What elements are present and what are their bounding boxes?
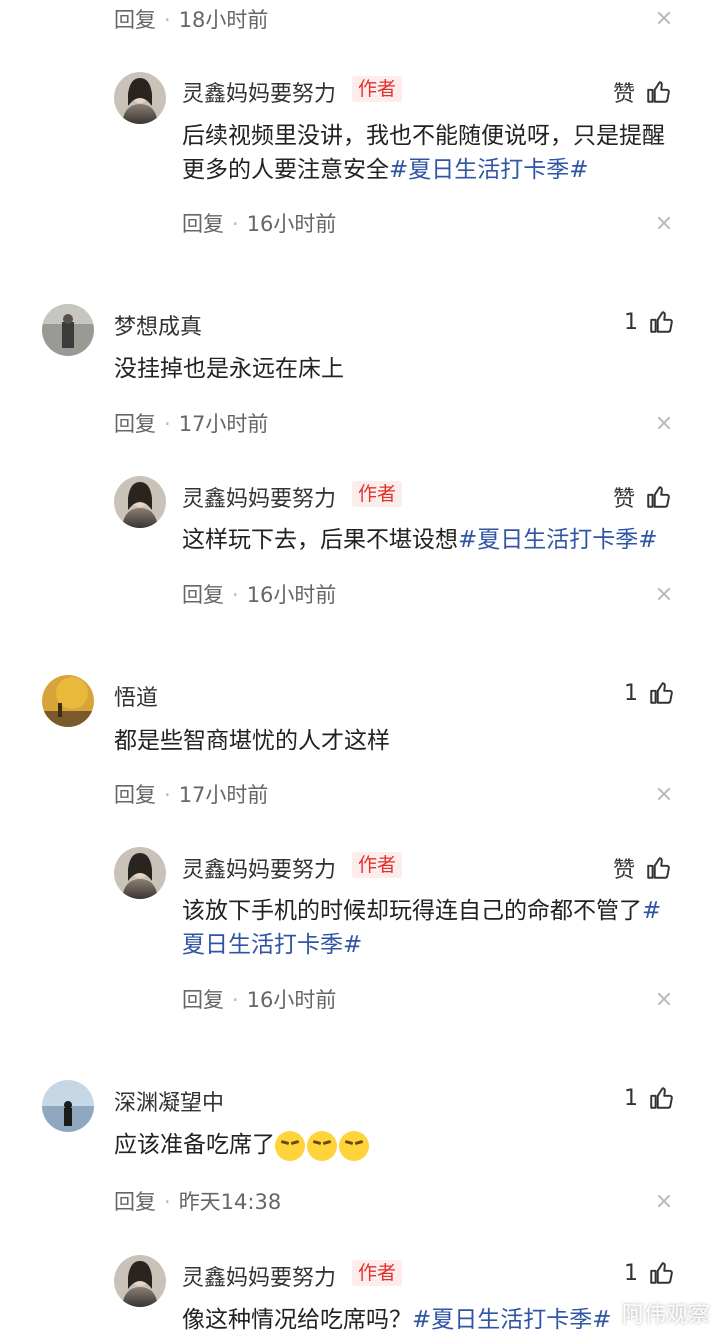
reply-meta: 回复 · 16小时前 <box>182 988 337 1012</box>
reply-meta: 回复 · 16小时前 <box>182 212 337 236</box>
hashtag-link[interactable]: #夏日生活打卡季# <box>412 1307 612 1333</box>
hashtag-link[interactable]: 夏日生活打卡季# <box>182 928 682 962</box>
avatar[interactable] <box>114 476 166 528</box>
reply-meta: 回复 · 17小时前 <box>114 412 269 436</box>
user-avatar-image <box>42 1080 94 1132</box>
like-count: 1 <box>624 1260 638 1286</box>
comment-text: 应该准备吃席了 <box>114 1128 371 1162</box>
like-button[interactable]: 赞 <box>613 481 671 513</box>
close-icon[interactable] <box>657 1194 671 1208</box>
thumbs-up-icon <box>648 309 674 335</box>
avatar[interactable] <box>42 675 94 727</box>
angry-face-icon <box>307 1130 337 1161</box>
close-icon[interactable] <box>657 587 671 601</box>
comment-text-line: 这样玩下去，后果不堪设想 <box>182 527 458 553</box>
author-avatar-image <box>114 72 166 124</box>
author-badge: 作者 <box>352 481 403 507</box>
timestamp: 17小时前 <box>178 783 269 807</box>
comment-text: 没挂掉也是永远在床上 <box>114 356 344 382</box>
like-label: 赞 <box>613 82 636 107</box>
reply-link[interactable]: 回复 <box>182 583 224 607</box>
reply-link[interactable]: 回复 <box>182 212 224 236</box>
author-badge: 作者 <box>352 76 403 102</box>
like-button[interactable]: 1 <box>624 1260 674 1286</box>
reply-meta: 回复 · 昨天14:38 <box>114 1190 282 1214</box>
timestamp: 16小时前 <box>246 583 337 607</box>
avatar[interactable] <box>114 72 166 124</box>
comment-text-line: 像这种情况给吃席吗？ <box>182 1307 412 1333</box>
user-name[interactable]: 梦想成真 <box>114 309 202 341</box>
thumbs-up-icon <box>645 855 671 881</box>
author-name[interactable]: 灵鑫妈妈要努力 <box>182 852 336 884</box>
author-name[interactable]: 灵鑫妈妈要努力 <box>182 1260 336 1292</box>
hashtag-link[interactable]: #夏日生活打卡季# <box>458 527 658 553</box>
timestamp: 16小时前 <box>246 988 337 1012</box>
watermark: 阿伟观察 <box>621 1303 710 1328</box>
like-count: 1 <box>624 309 638 335</box>
reply-link[interactable]: 回复 <box>114 412 156 436</box>
like-button[interactable]: 赞 <box>613 852 671 884</box>
angry-face-icon <box>275 1130 305 1161</box>
comment-text: 都是些智商堪忧的人才这样 <box>114 728 390 754</box>
author-badge: 作者 <box>352 1260 403 1286</box>
close-icon[interactable] <box>657 416 671 430</box>
like-button[interactable]: 1 <box>624 309 674 335</box>
like-label: 赞 <box>613 487 636 512</box>
reply-link[interactable]: 回复 <box>182 988 224 1012</box>
thumbs-up-icon <box>645 79 671 105</box>
reply-link[interactable]: 回复 <box>114 1190 156 1214</box>
angry-face-icon <box>339 1130 369 1161</box>
close-icon[interactable] <box>657 11 671 25</box>
like-button[interactable]: 1 <box>624 1085 674 1111</box>
comment-text: 该放下手机的时候却玩得连自己的命都不管了# 夏日生活打卡季# <box>182 894 682 962</box>
close-icon[interactable] <box>657 992 671 1006</box>
like-count: 1 <box>624 680 638 706</box>
close-icon[interactable] <box>657 216 671 230</box>
user-avatar-image <box>42 675 94 727</box>
reply-meta: 回复 · 17小时前 <box>114 783 269 807</box>
comment-text-line: 该放下手机的时候却玩得连自己的命都不管了 <box>182 898 642 924</box>
avatar[interactable] <box>114 1255 166 1307</box>
reply-link[interactable]: 回复 <box>114 783 156 807</box>
timestamp: 16小时前 <box>246 212 337 236</box>
like-label: 赞 <box>613 858 636 883</box>
avatar[interactable] <box>42 1080 94 1132</box>
timestamp: 17小时前 <box>178 412 269 436</box>
user-name[interactable]: 悟道 <box>114 680 158 712</box>
timestamp: 昨天14:38 <box>178 1190 282 1214</box>
author-avatar-image <box>114 847 166 899</box>
user-avatar-image <box>42 304 94 356</box>
reply-meta: 回复 · 16小时前 <box>182 583 337 607</box>
comment-text-line: 后续视频里没讲，我也不能随便说呀，只是提醒 <box>182 123 665 149</box>
thumbs-up-icon <box>648 1085 674 1111</box>
top-reply-meta: 回复 · 18小时前 <box>114 8 269 32</box>
like-button[interactable]: 1 <box>624 680 674 706</box>
close-icon[interactable] <box>657 787 671 801</box>
thumbs-up-icon <box>645 484 671 510</box>
thumbs-up-icon <box>648 1260 674 1286</box>
like-button[interactable]: 赞 <box>613 76 671 108</box>
author-name[interactable]: 灵鑫妈妈要努力 <box>182 481 336 513</box>
author-badge: 作者 <box>352 852 403 878</box>
reply-link[interactable]: 回复 <box>114 8 156 32</box>
comment-text-line: 更多的人要注意安全 <box>182 157 389 183</box>
timestamp: 18小时前 <box>178 8 269 32</box>
author-avatar-image <box>114 1255 166 1307</box>
like-count: 1 <box>624 1085 638 1111</box>
hashtag-link[interactable]: # <box>642 898 661 924</box>
avatar[interactable] <box>42 304 94 356</box>
thumbs-up-icon <box>648 680 674 706</box>
comment-text-line: 应该准备吃席了 <box>114 1132 275 1158</box>
user-name[interactable]: 深渊凝望中 <box>114 1085 224 1117</box>
comment-text: 后续视频里没讲，我也不能随便说呀，只是提醒 更多的人要注意安全#夏日生活打卡季# <box>182 119 682 187</box>
author-avatar-image <box>114 476 166 528</box>
comment-text: 这样玩下去，后果不堪设想#夏日生活打卡季# <box>182 523 658 557</box>
avatar[interactable] <box>114 847 166 899</box>
author-name[interactable]: 灵鑫妈妈要努力 <box>182 76 336 108</box>
hashtag-link[interactable]: #夏日生活打卡季# <box>389 157 589 183</box>
comment-text: 像这种情况给吃席吗？#夏日生活打卡季# <box>182 1303 612 1337</box>
